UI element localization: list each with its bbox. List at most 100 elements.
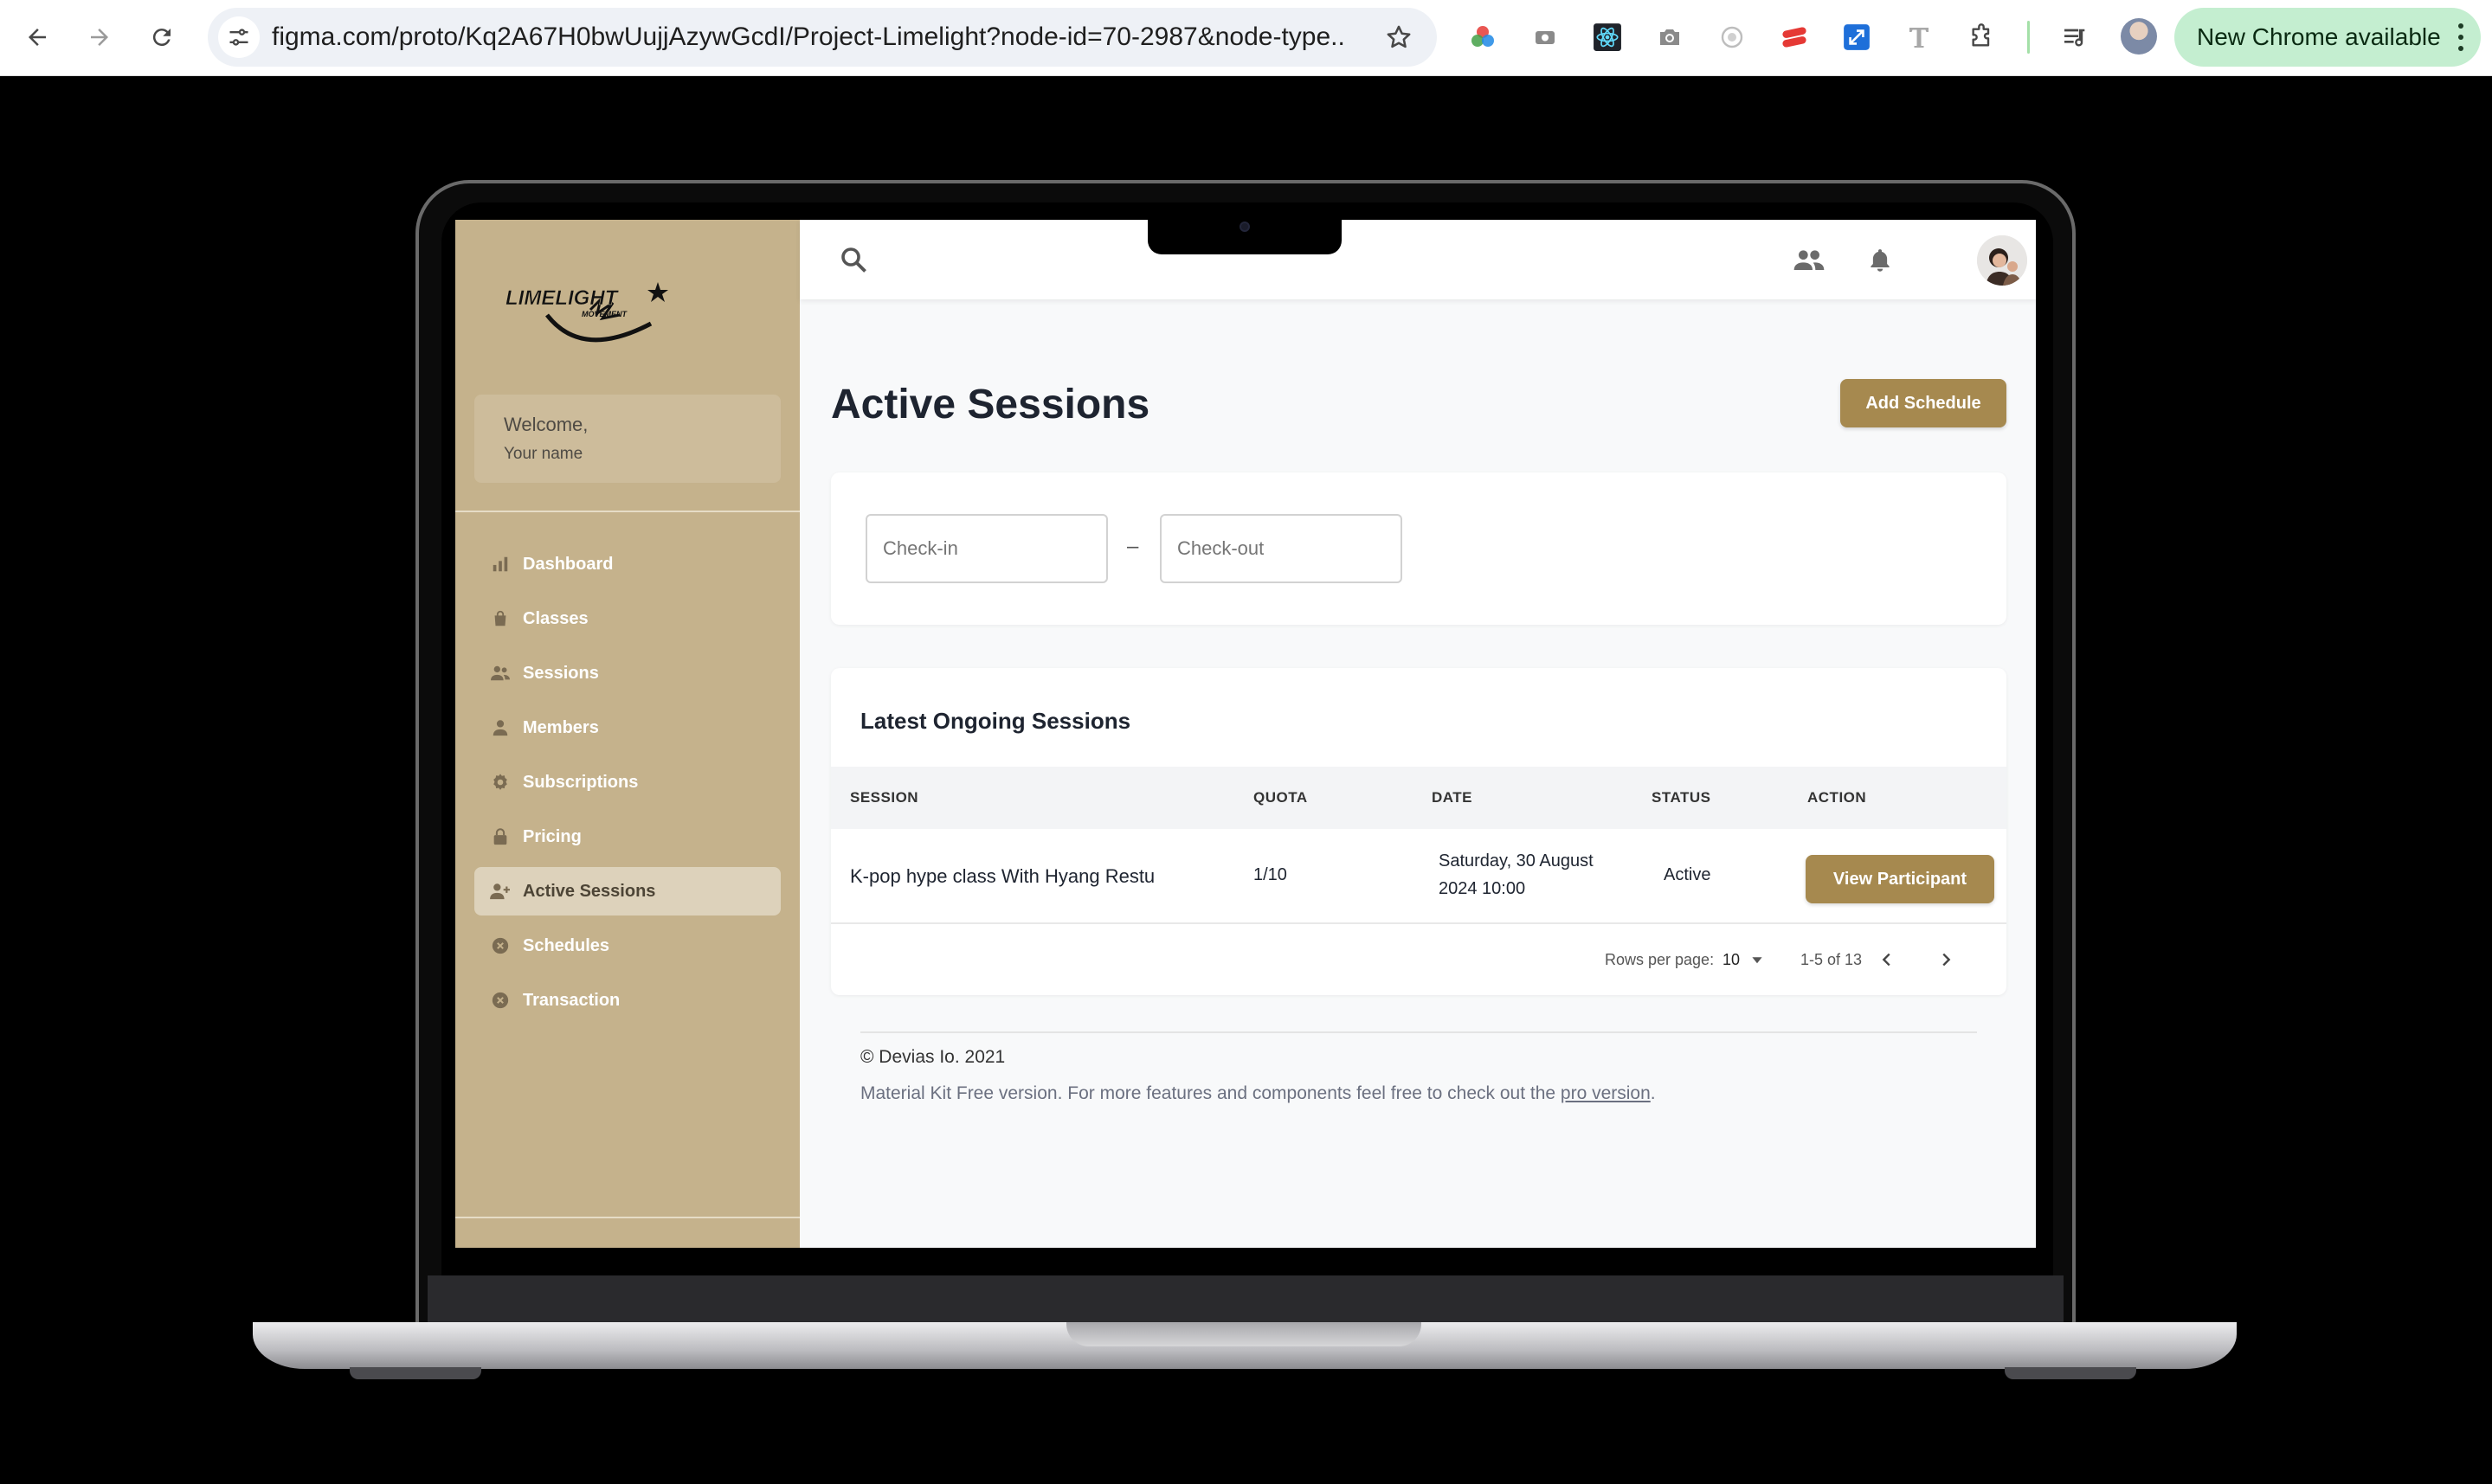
- profile-avatar[interactable]: [2121, 18, 2157, 55]
- user-add-icon: [490, 881, 511, 902]
- users-icon: [490, 663, 511, 684]
- sidebar-item-label: Pricing: [523, 827, 582, 846]
- footer-divider: [860, 1031, 1977, 1033]
- x-circle-icon: [490, 990, 511, 1011]
- date-separator: –: [1127, 535, 1139, 558]
- toolbar-separator: [2027, 21, 2030, 54]
- font-extension-icon[interactable]: [1899, 17, 1939, 57]
- sidebar-item-active-sessions[interactable]: Active Sessions: [474, 867, 781, 915]
- rows-per-page-label: Rows per page:: [1605, 951, 1715, 968]
- camera-extension-icon[interactable]: [1650, 17, 1690, 57]
- session-name: K-pop hype class With Hyang Restu: [850, 865, 1156, 887]
- sidebar-item-pricing[interactable]: Pricing: [474, 813, 781, 861]
- laptop-trackpad-notch: [1066, 1322, 1421, 1346]
- camera-lens: [1240, 222, 1250, 232]
- checkin-input[interactable]: [866, 514, 1108, 583]
- notification-bell-icon[interactable]: [1863, 242, 1897, 277]
- new-chrome-available-button[interactable]: New Chrome available: [2174, 8, 2481, 67]
- chevron-left-icon[interactable]: [1875, 948, 1899, 972]
- gear-icon: [490, 772, 511, 793]
- sidebar-item-label: Dashboard: [523, 555, 614, 574]
- table-pagination: Rows per page: 10 1-5 of 13: [831, 924, 2006, 995]
- rows-per-page-select[interactable]: 10: [1723, 924, 1740, 995]
- arrow-left-icon: [29, 29, 46, 46]
- footer-end: .: [1650, 1083, 1656, 1103]
- bar-chart-icon: [490, 554, 511, 575]
- reload-icon: [152, 29, 171, 47]
- column-header-status[interactable]: STATUS: [1652, 767, 1710, 829]
- sidebar-item-label: Subscriptions: [523, 773, 639, 792]
- view-participant-button[interactable]: View Participant: [1806, 855, 1994, 903]
- address-bar[interactable]: figma.com/proto/Kq2A67H0bwUujjAzywGcdI/P…: [208, 8, 1437, 67]
- user-avatar[interactable]: [1977, 235, 2027, 286]
- laptop-foot-left: [350, 1367, 481, 1379]
- sidebar-item-schedules[interactable]: Schedules: [474, 922, 781, 970]
- sidebar-item-label: Transaction: [523, 991, 621, 1010]
- user-icon: [490, 717, 511, 738]
- menu-dots-icon[interactable]: [2457, 23, 2465, 51]
- table-title: Latest Ongoing Sessions: [860, 708, 1131, 734]
- x-circle-icon: [490, 935, 511, 956]
- sidebar-item-sessions[interactable]: Sessions: [474, 649, 781, 697]
- sidebar-menu: Dashboard Classes Sessions Members Subsc…: [474, 540, 781, 1031]
- bookmark-star-icon[interactable]: [1380, 18, 1418, 56]
- update-label: New Chrome available: [2197, 23, 2441, 50]
- sidebar-item-subscriptions[interactable]: Subscriptions: [474, 758, 781, 806]
- main-content: Active Sessions Add Schedule – Latest On…: [800, 299, 2036, 1248]
- welcome-card: Welcome, Your name: [474, 395, 781, 483]
- reload-button[interactable]: [142, 17, 182, 57]
- table-row[interactable]: K-pop hype class With Hyang Restu 1/10 S…: [831, 829, 2006, 924]
- column-header-session[interactable]: SESSION: [850, 767, 918, 829]
- svg-text:MOVEMENT: MOVEMENT: [582, 310, 628, 318]
- session-date-line1: Saturday, 30 August: [1439, 851, 1594, 870]
- welcome-title: Welcome,: [504, 414, 589, 435]
- timer-extension-icon[interactable]: [1712, 17, 1752, 57]
- sidebar: LIMELIGHT MOVEMENT Welcome, Your name Da…: [455, 220, 800, 1248]
- contacts-icon[interactable]: [1792, 242, 1826, 277]
- limelight-logo[interactable]: LIMELIGHT MOVEMENT: [504, 280, 677, 351]
- resize-extension-icon[interactable]: [1837, 17, 1877, 57]
- sidebar-item-label: Classes: [523, 609, 589, 628]
- forward-button[interactable]: [80, 17, 119, 57]
- sidebar-item-dashboard[interactable]: Dashboard: [474, 540, 781, 588]
- chevron-right-icon[interactable]: [1934, 948, 1958, 972]
- sidebar-item-label: Sessions: [523, 664, 599, 683]
- column-header-date[interactable]: DATE: [1432, 767, 1472, 829]
- pro-version-link[interactable]: pro version: [1561, 1083, 1651, 1103]
- extensions-puzzle-icon[interactable]: [1961, 17, 2001, 57]
- pagination-range: 1-5 of 13: [1800, 951, 1863, 968]
- site-info-icon[interactable]: [218, 16, 260, 58]
- red-extension-icon[interactable]: [1774, 17, 1814, 57]
- checkout-input[interactable]: [1160, 514, 1402, 583]
- table-header: SESSION QUOTA DATE STATUS ACTION: [831, 767, 2006, 829]
- shopping-bag-icon: [490, 608, 511, 629]
- add-schedule-button[interactable]: Add Schedule: [1840, 379, 2006, 427]
- back-button[interactable]: [17, 17, 57, 57]
- color-picker-extension-icon[interactable]: [1463, 17, 1503, 57]
- session-quota: 1/10: [1253, 865, 1287, 884]
- sidebar-item-classes[interactable]: Classes: [474, 594, 781, 643]
- laptop-chin: [428, 1275, 2064, 1324]
- url-text[interactable]: figma.com/proto/Kq2A67H0bwUujjAzywGcdI/P…: [272, 8, 1345, 67]
- browser-toolbar: figma.com/proto/Kq2A67H0bwUujjAzywGcdI/P…: [0, 0, 2492, 76]
- search-icon[interactable]: [838, 244, 869, 275]
- status-badge: Active: [1664, 865, 1711, 884]
- sidebar-item-transaction[interactable]: Transaction: [474, 976, 781, 1025]
- welcome-username: Your name: [504, 445, 583, 463]
- camera-notch: [1148, 220, 1342, 254]
- screen-capture-extension-icon[interactable]: [1525, 17, 1565, 57]
- caret-down-icon[interactable]: [1745, 948, 1769, 972]
- app-topbar: [800, 220, 2036, 299]
- sidebar-divider-bottom: [455, 1217, 800, 1218]
- media-queue-icon[interactable]: [2055, 17, 2095, 57]
- column-header-quota[interactable]: QUOTA: [1253, 767, 1308, 829]
- app-screen: LIMELIGHT MOVEMENT Welcome, Your name Da…: [455, 220, 2036, 1248]
- svg-text:LIMELIGHT: LIMELIGHT: [505, 286, 620, 310]
- arrow-right-icon: [91, 29, 108, 46]
- react-devtools-extension-icon[interactable]: [1587, 17, 1627, 57]
- lock-icon: [490, 826, 511, 847]
- sidebar-item-members[interactable]: Members: [474, 703, 781, 752]
- column-header-action[interactable]: ACTION: [1807, 767, 1866, 829]
- sidebar-item-label: Active Sessions: [523, 882, 656, 901]
- footer-text: Material Kit Free version. For more feat…: [860, 1083, 1656, 1104]
